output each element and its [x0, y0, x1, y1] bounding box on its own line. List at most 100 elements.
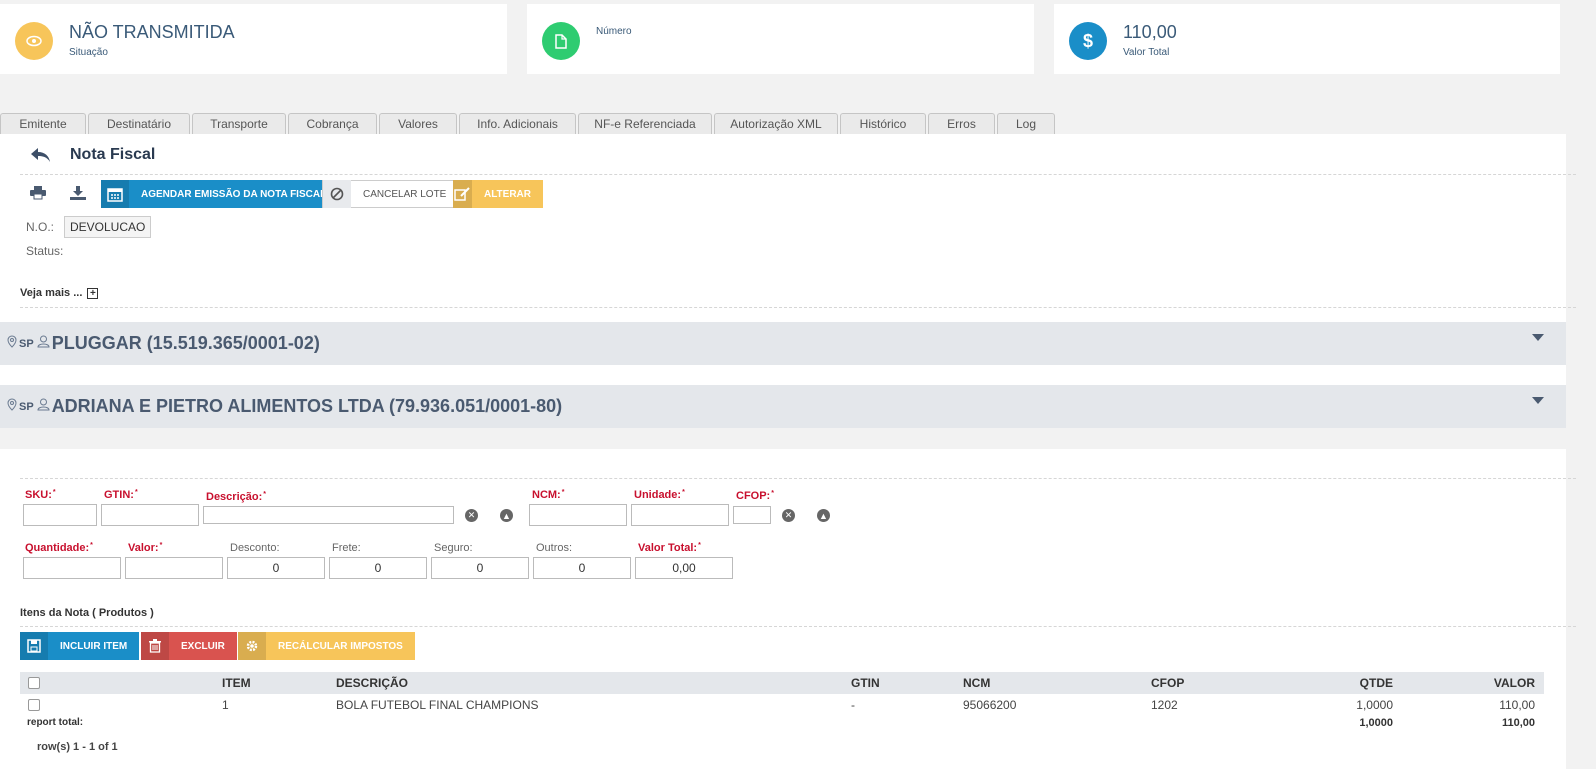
tab-nfe-referenciada[interactable]: NF-e Referenciada	[578, 113, 712, 134]
veja-mais-label: Veja mais ...	[20, 287, 83, 299]
edit-icon	[453, 180, 472, 208]
expand-plus-icon: +	[87, 287, 99, 299]
status-label: Status:	[26, 244, 64, 258]
recalcular-impostos-button[interactable]: RECÁLCULAR IMPOSTOS	[238, 632, 415, 660]
chevron-up-icon[interactable]: ▲	[817, 509, 830, 522]
descricao-input[interactable]	[203, 506, 454, 524]
emitente-uf: SP	[19, 337, 34, 350]
table-row[interactable]: 1 BOLA FUTEBOL FINAL CHAMPIONS - 9506620…	[20, 695, 1544, 715]
total-label: Valor Total	[1123, 47, 1170, 58]
desconto-input[interactable]: 0	[227, 557, 325, 579]
tab-emitente[interactable]: Emitente	[0, 113, 86, 134]
chevron-up-icon[interactable]: ▲	[500, 509, 513, 522]
excluir-label: EXCLUIR	[181, 640, 225, 652]
frete-input[interactable]: 0	[329, 557, 427, 579]
location-pin-icon	[7, 397, 17, 416]
back-arrow-icon[interactable]	[30, 145, 52, 165]
col-qtde[interactable]: QTDE	[1360, 676, 1393, 690]
valor-label: Valor:	[128, 542, 162, 554]
seguro-input[interactable]: 0	[431, 557, 529, 579]
veja-mais-link[interactable]: Veja mais ... +	[20, 287, 99, 299]
tab-transporte[interactable]: Transporte	[192, 113, 286, 134]
number-card: Número	[527, 4, 1034, 74]
tab-historico[interactable]: Histórico	[840, 113, 926, 134]
tab-cobranca[interactable]: Cobrança	[288, 113, 377, 134]
situacao-value: NÃO TRANSMITIDA	[69, 22, 235, 42]
ncm-input[interactable]	[529, 504, 627, 526]
no-label: N.O.:	[26, 220, 55, 234]
cfop-input[interactable]	[733, 506, 771, 524]
tab-log[interactable]: Log	[997, 113, 1055, 134]
gear-icon	[238, 632, 266, 660]
clear-icon[interactable]: ✕	[465, 509, 478, 522]
eye-icon	[15, 22, 53, 60]
divider	[20, 307, 1576, 308]
cell-gtin: -	[851, 698, 855, 712]
incluir-item-button[interactable]: INCLUIR ITEM	[20, 632, 140, 660]
calendar-icon	[101, 180, 129, 208]
tab-erros[interactable]: Erros	[928, 113, 995, 134]
descricao-label: Descrição:	[206, 491, 266, 503]
tab-destinatario[interactable]: Destinatário	[88, 113, 190, 134]
excluir-button[interactable]: EXCLUIR	[141, 632, 237, 660]
destinatario-uf: SP	[19, 400, 34, 413]
user-icon	[37, 335, 50, 353]
tab-valores[interactable]: Valores	[379, 113, 457, 134]
items-title: Itens da Nota ( Produtos )	[20, 607, 154, 619]
print-icon[interactable]	[30, 186, 46, 205]
row-checkbox[interactable]	[28, 699, 40, 711]
valor-total-label: Valor Total:	[638, 542, 701, 554]
gtin-input[interactable]	[101, 504, 199, 526]
divider	[20, 626, 1576, 627]
location-pin-icon	[7, 334, 17, 353]
total-value: 110,00	[1123, 22, 1177, 42]
unidade-input[interactable]	[631, 504, 729, 526]
document-icon	[542, 22, 580, 60]
destinatario-section[interactable]: SP ADRIANA E PIETRO ALIMENTOS LTDA (79.9…	[0, 385, 1566, 428]
agendar-button[interactable]: AGENDAR EMISSÃO DA NOTA FISCAL	[101, 180, 339, 208]
quantidade-input[interactable]	[23, 557, 121, 579]
col-item[interactable]: ITEM	[222, 676, 251, 690]
tab-info-adicionais[interactable]: Info. Adicionais	[459, 113, 576, 134]
outros-input[interactable]: 0	[533, 557, 631, 579]
col-gtin[interactable]: GTIN	[851, 676, 880, 690]
quantidade-label: Quantidade:	[25, 542, 93, 554]
gtin-label: GTIN:	[104, 489, 138, 501]
col-descricao[interactable]: DESCRIÇÃO	[336, 676, 408, 690]
clear-icon[interactable]: ✕	[782, 509, 795, 522]
spacer-band	[0, 428, 1566, 449]
outros-label: Outros:	[536, 542, 573, 554]
cell-descricao: BOLA FUTEBOL FINAL CHAMPIONS	[336, 698, 539, 712]
cancelar-label: CANCELAR LOTE	[363, 188, 447, 200]
sku-label: SKU:	[25, 489, 56, 501]
valor-input[interactable]	[125, 557, 223, 579]
emitente-section[interactable]: SP PLUGGAR (15.519.365/0001-02)	[0, 322, 1566, 365]
cancelar-lote-button[interactable]: CANCELAR LOTE	[322, 180, 460, 208]
table-header: ITEM DESCRIÇÃO GTIN NCM CFOP QTDE VALOR	[20, 672, 1544, 694]
col-valor[interactable]: VALOR	[1494, 676, 1535, 690]
alterar-label: ALTERAR	[483, 188, 531, 200]
destinatario-name: ADRIANA E PIETRO ALIMENTOS LTDA (79.936.…	[51, 396, 563, 416]
sku-input[interactable]	[23, 504, 97, 526]
alterar-button[interactable]: ALTERAR	[453, 180, 543, 208]
col-cfop[interactable]: CFOP	[1151, 676, 1184, 690]
status-card: NÃO TRANSMITIDA Situação	[0, 4, 507, 74]
download-icon[interactable]	[70, 186, 86, 205]
seguro-label: Seguro:	[434, 542, 473, 554]
cell-item: 1	[222, 698, 229, 712]
frete-label: Frete:	[332, 542, 361, 554]
save-icon	[20, 632, 48, 660]
report-total-label: report total:	[27, 717, 84, 728]
desconto-label: Desconto:	[230, 542, 280, 554]
report-total-row: report total: 1,0000 110,00	[20, 715, 1544, 733]
chevron-down-icon[interactable]	[1532, 397, 1544, 404]
col-ncm[interactable]: NCM	[963, 676, 990, 690]
user-icon	[37, 398, 50, 416]
select-all-checkbox[interactable]	[28, 677, 40, 689]
tab-autorizacao-xml[interactable]: Autorização XML	[714, 113, 838, 134]
valor-total-input[interactable]: 0,00	[635, 557, 733, 579]
report-total-valor: 110,00	[1501, 717, 1535, 729]
total-card: $ 110,00 Valor Total	[1054, 4, 1560, 74]
chevron-down-icon[interactable]	[1532, 334, 1544, 341]
emitente-name: PLUGGAR (15.519.365/0001-02)	[51, 333, 320, 353]
